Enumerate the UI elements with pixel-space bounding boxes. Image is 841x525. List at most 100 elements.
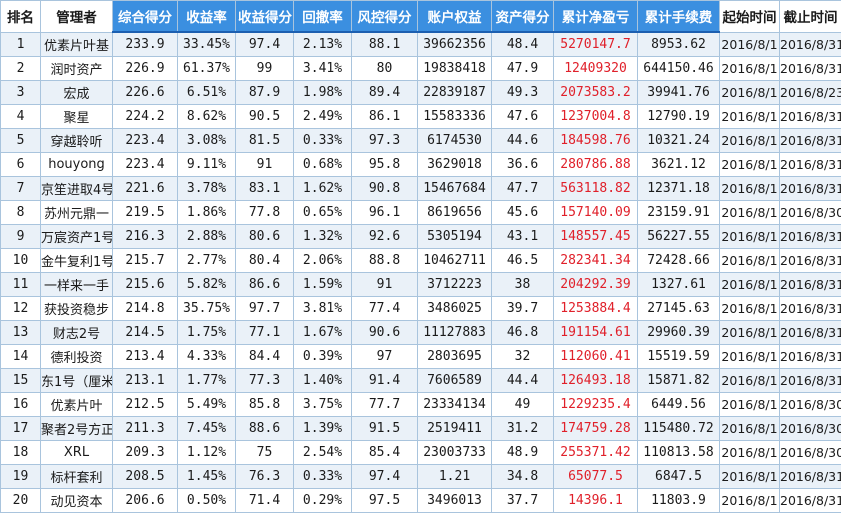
column-header-label: 风控得分 (357, 10, 412, 26)
column-header-net-pnl[interactable]: 累计净盈亏 (553, 0, 638, 33)
cell-composite-score: 213.4 (112, 344, 178, 369)
cell-end-date: 2016/8/31 (779, 104, 841, 129)
column-header-label: 累计净盈亏 (561, 10, 630, 26)
table-row: 6 houyong 223.4 9.11% 91 0.68% 95.8 3629018 36.6… (0, 152, 841, 177)
cell-end-date: 2016/8/31 (779, 31, 841, 57)
cell-account-equity: 5305194 (417, 224, 492, 249)
column-header-asset-score[interactable]: 资产得分 (491, 0, 554, 33)
column-header-drawdown-rate[interactable]: 回撤率 (293, 0, 352, 33)
cell-manager: 京笙进取4号 (40, 176, 113, 201)
cell-rank: 9 (0, 224, 41, 249)
column-header-return-score[interactable]: 收益得分 (235, 0, 294, 33)
cell-account-equity: 6174530 (417, 128, 492, 153)
cell-commission: 23159.91 (637, 200, 720, 225)
cell-end-date: 2016/8/31 (779, 488, 841, 513)
cell-manager: 宏成 (40, 80, 113, 105)
cell-manager: 聚者2号方正 (40, 416, 113, 441)
cell-rank: 16 (0, 392, 41, 417)
cell-return-score: 71.4 (235, 488, 294, 513)
cell-composite-score: 212.5 (112, 392, 178, 417)
cell-return-score: 91 (235, 152, 294, 177)
table-row: 12 获投资稳步 214.8 35.75% 97.7 3.81% 77.4 3486025 39… (0, 296, 841, 321)
cell-return-score: 80.4 (235, 248, 294, 273)
cell-asset-score: 46.8 (491, 320, 554, 345)
cell-risk-score: 90.6 (351, 320, 418, 345)
cell-start-date: 2016/8/1 (719, 344, 780, 369)
cell-composite-score: 219.5 (112, 200, 178, 225)
column-header-commission[interactable]: 累计手续费 (637, 0, 720, 33)
cell-risk-score: 97.4 (351, 464, 418, 489)
cell-composite-score: 214.8 (112, 296, 178, 321)
cell-asset-score: 47.9 (491, 56, 554, 81)
cell-asset-score: 32 (491, 344, 554, 369)
cell-start-date: 2016/8/1 (719, 416, 780, 441)
cell-asset-score: 48.9 (491, 440, 554, 465)
cell-return-rate: 35.75% (177, 296, 236, 321)
column-header-label: 累计手续费 (644, 10, 713, 26)
cell-return-score: 75 (235, 440, 294, 465)
cell-return-rate: 1.75% (177, 320, 236, 345)
cell-return-score: 88.6 (235, 416, 294, 441)
cell-account-equity: 11127883 (417, 320, 492, 345)
column-header-account-equity[interactable]: 账户权益 (417, 0, 492, 33)
cell-risk-score: 91 (351, 272, 418, 297)
cell-start-date: 2016/8/1 (719, 296, 780, 321)
cell-composite-score: 209.3 (112, 440, 178, 465)
header-row: 排名 管理者 综合得分 收益率 收益得分 回撤率 风控得分 账户权益 资产得分 累计净盈亏 累计手续… (0, 0, 841, 33)
column-header-label: 回撤率 (302, 10, 343, 26)
column-header-return-rate[interactable]: 收益率 (177, 0, 236, 33)
cell-commission: 110813.58 (637, 440, 720, 465)
cell-drawdown-rate: 1.62% (293, 176, 352, 201)
cell-commission: 644150.46 (637, 56, 720, 81)
table-row: 5 穿越聆听 223.4 3.08% 81.5 0.33% 97.3 6174530 44.6 1… (0, 128, 841, 153)
cell-drawdown-rate: 1.98% (293, 80, 352, 105)
cell-composite-score: 216.3 (112, 224, 178, 249)
cell-return-score: 85.8 (235, 392, 294, 417)
cell-return-score: 90.5 (235, 104, 294, 129)
cell-risk-score: 89.4 (351, 80, 418, 105)
table-row: 3 宏成 226.6 6.51% 87.9 1.98% 89.4 22839187 49.3 20… (0, 80, 841, 105)
cell-commission: 29960.39 (637, 320, 720, 345)
cell-commission: 56227.55 (637, 224, 720, 249)
cell-commission: 3621.12 (637, 152, 720, 177)
cell-asset-score: 48.4 (491, 31, 554, 57)
column-header-label: 收益率 (186, 10, 227, 26)
cell-composite-score: 221.6 (112, 176, 178, 201)
column-header-risk-score[interactable]: 风控得分 (351, 0, 418, 33)
cell-commission: 15871.82 (637, 368, 720, 393)
cell-account-equity: 2803695 (417, 344, 492, 369)
cell-rank: 8 (0, 200, 41, 225)
cell-manager: 优素片叶 (40, 392, 113, 417)
cell-manager: 金牛复利1号 (40, 248, 113, 273)
cell-start-date: 2016/8/1 (719, 272, 780, 297)
cell-account-equity: 19838418 (417, 56, 492, 81)
cell-return-score: 81.5 (235, 128, 294, 153)
cell-return-score: 77.3 (235, 368, 294, 393)
column-header-label: 管理者 (56, 10, 97, 27)
cell-asset-score: 34.8 (491, 464, 554, 489)
cell-end-date: 2016/8/31 (779, 320, 841, 345)
cell-net-pnl: 255371.42 (553, 440, 638, 465)
cell-return-rate: 1.86% (177, 200, 236, 225)
cell-drawdown-rate: 1.59% (293, 272, 352, 297)
cell-risk-score: 80 (351, 56, 418, 81)
cell-risk-score: 86.1 (351, 104, 418, 129)
cell-composite-score: 226.6 (112, 80, 178, 105)
cell-net-pnl: 5270147.7 (553, 31, 638, 57)
cell-account-equity: 39662356 (417, 31, 492, 57)
column-header-composite-score[interactable]: 综合得分 (112, 0, 178, 33)
cell-risk-score: 95.8 (351, 152, 418, 177)
cell-return-rate: 2.88% (177, 224, 236, 249)
cell-rank: 11 (0, 272, 41, 297)
cell-account-equity: 15467684 (417, 176, 492, 201)
cell-drawdown-rate: 2.49% (293, 104, 352, 129)
cell-net-pnl: 157140.09 (553, 200, 638, 225)
cell-account-equity: 10462711 (417, 248, 492, 273)
cell-rank: 12 (0, 296, 41, 321)
cell-asset-score: 36.6 (491, 152, 554, 177)
cell-commission: 11803.9 (637, 488, 720, 513)
cell-return-rate: 33.45% (177, 31, 236, 57)
cell-net-pnl: 148557.45 (553, 224, 638, 249)
cell-manager: houyong (40, 152, 113, 177)
cell-rank: 5 (0, 128, 41, 153)
